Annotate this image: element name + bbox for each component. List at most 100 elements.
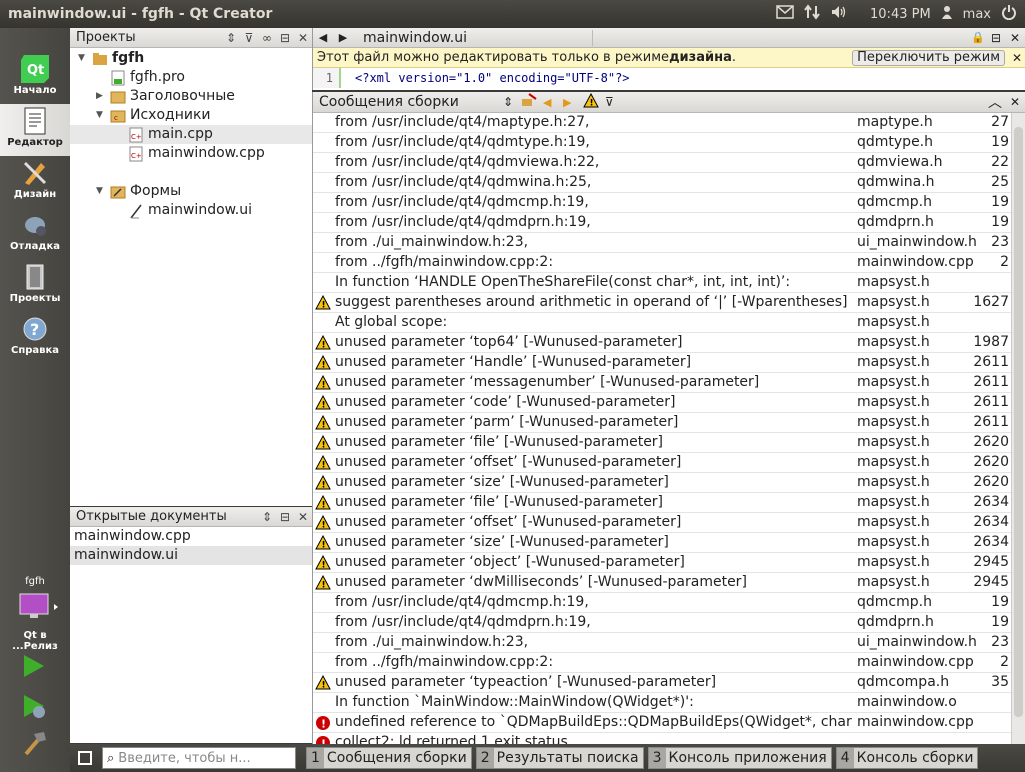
code-text[interactable]: <?xml version="1.0" encoding="UTF-8"?>: [341, 71, 630, 85]
toggle-sidebar-icon[interactable]: [78, 751, 92, 765]
build-message-row[interactable]: ! unused parameter ‘Handle’ [-Wunused-par…: [313, 353, 1011, 373]
tree-item-mainwindow-cpp[interactable]: C+ mainwindow.cpp: [128, 144, 265, 163]
next-arrow-icon[interactable]: ▶: [563, 96, 583, 109]
message-file: mapsyst.h: [857, 494, 930, 510]
close-icon[interactable]: ✕: [1005, 31, 1025, 45]
mode-help[interactable]: ? Справка: [0, 312, 70, 364]
tree-item-sources[interactable]: c Исходники: [110, 106, 211, 125]
tree-item-forms[interactable]: Формы: [110, 182, 181, 201]
build-message-row[interactable]: ! unused parameter ‘dwMilliseconds’ [-Wun…: [313, 573, 1011, 593]
tree-item-project[interactable]: fgfh: [92, 49, 144, 68]
maximize-icon[interactable]: ︿: [985, 92, 1005, 112]
build-message-row[interactable]: from /usr/include/qt4/qdmdprn.h:19, qdmdp…: [313, 213, 1011, 233]
build-message-row[interactable]: from /usr/include/qt4/qdmtype.h:19, qdmty…: [313, 133, 1011, 153]
build-message-row[interactable]: ! unused parameter ‘offset’ [-Wunused-par…: [313, 453, 1011, 473]
build-message-row[interactable]: from ./ui_mainwindow.h:23, ui_mainwindow.…: [313, 633, 1011, 653]
mode-design[interactable]: Дизайн: [0, 156, 70, 208]
close-icon[interactable]: ✕: [294, 510, 312, 524]
tree-item-headers[interactable]: Заголовочные: [110, 87, 235, 106]
tree-item-pro-file[interactable]: fgfh.pro: [110, 68, 185, 87]
mode-debug[interactable]: Отладка: [0, 208, 70, 260]
build-message-row[interactable]: ! unused parameter ‘code’ [-Wunused-param…: [313, 393, 1011, 413]
build-message-row[interactable]: At global scope: mapsyst.h: [313, 313, 1011, 333]
back-arrow-icon[interactable]: ◀: [313, 31, 333, 44]
build-message-row[interactable]: from ../fgfh/mainwindow.cpp:2: mainwindow…: [313, 653, 1011, 673]
split-icon[interactable]: ⊟: [276, 510, 294, 524]
build-hammer-icon[interactable]: [22, 730, 48, 760]
scrollbar-thumb[interactable]: [1014, 127, 1023, 717]
volume-icon[interactable]: [830, 4, 848, 24]
expand-arrow-icon[interactable]: ▼: [96, 186, 103, 196]
chevron-updown-icon[interactable]: ⇕: [222, 31, 240, 45]
expand-arrow-icon[interactable]: ▼: [96, 110, 103, 120]
editor-file-selector[interactable]: mainwindow.ui: [353, 29, 593, 46]
run-icon[interactable]: [22, 654, 46, 682]
build-message-row[interactable]: ! unused parameter ‘size’ [-Wunused-param…: [313, 533, 1011, 553]
mode-editor[interactable]: Редактор: [0, 104, 70, 156]
build-message-row[interactable]: ! undefined reference to `QDMapBuildEps::…: [313, 713, 1011, 733]
message-file: mapsyst.h: [857, 474, 930, 490]
output-tab-build-console[interactable]: 4 Консоль сборки: [835, 747, 979, 769]
build-message-row[interactable]: from /usr/include/qt4/maptype.h:27, mapty…: [313, 113, 1011, 133]
warning-filter-icon[interactable]: !: [583, 92, 605, 112]
build-message-row[interactable]: from /usr/include/qt4/qdmcmp.h:19, qdmcmp…: [313, 193, 1011, 213]
split-icon[interactable]: ⊟: [987, 31, 1005, 45]
warning-icon: !: [315, 494, 331, 511]
mode-projects[interactable]: Проекты: [0, 260, 70, 312]
build-message-row[interactable]: from ../fgfh/mainwindow.cpp:2: mainwindow…: [313, 253, 1011, 273]
close-icon[interactable]: ✕: [1005, 95, 1025, 109]
build-message-row[interactable]: ! suggest parentheses around arithmetic i…: [313, 293, 1011, 313]
monitor-icon[interactable]: [18, 592, 58, 626]
tree-item-main-cpp[interactable]: C+ main.cpp: [128, 125, 213, 144]
collapse-arrow-icon[interactable]: ▶: [96, 91, 103, 101]
build-message-row[interactable]: ! unused parameter ‘object’ [-Wunused-par…: [313, 553, 1011, 573]
build-message-row[interactable]: In function `MainWindow::MainWindow(QWid…: [313, 693, 1011, 713]
build-message-row[interactable]: ! unused parameter ‘file’ [-Wunused-param…: [313, 493, 1011, 513]
user-name[interactable]: max: [963, 7, 991, 22]
build-message-row[interactable]: ! unused parameter ‘size’ [-Wunused-param…: [313, 473, 1011, 493]
clock[interactable]: 10:43 PM: [870, 7, 931, 22]
build-stop-icon[interactable]: [521, 93, 543, 111]
expand-arrow-icon[interactable]: ▼: [78, 53, 85, 63]
locator-input[interactable]: ⌕ Введите, чтобы н...: [102, 747, 296, 769]
prev-arrow-icon[interactable]: ◀: [543, 96, 563, 109]
code-line[interactable]: 1 <?xml version="1.0" encoding="UTF-8"?>: [313, 68, 1025, 88]
split-icon[interactable]: ⊟: [276, 31, 294, 45]
output-tab-build[interactable]: 1 Сообщения сборки: [306, 747, 472, 769]
close-icon[interactable]: ✕: [294, 31, 312, 45]
close-icon[interactable]: ✕: [1009, 51, 1025, 65]
open-doc-item[interactable]: mainwindow.ui: [70, 546, 312, 565]
lock-icon: 🔒: [971, 31, 985, 44]
filter-icon[interactable]: ⊽: [605, 95, 625, 109]
build-message-row[interactable]: ! unused parameter ‘file’ [-Wunused-param…: [313, 433, 1011, 453]
output-tab-app-console[interactable]: 3 Консоль приложения: [647, 747, 832, 769]
build-message-row[interactable]: from /usr/include/qt4/qdmwina.h:25, qdmwi…: [313, 173, 1011, 193]
build-message-row[interactable]: from /usr/include/qt4/qdmcmp.h:19, qdmcmp…: [313, 593, 1011, 613]
open-documents-header: Открытые документы ⇕ ⊟ ✕: [70, 507, 312, 527]
open-doc-item[interactable]: mainwindow.cpp: [70, 527, 312, 546]
chevron-updown-icon[interactable]: ⇕: [258, 510, 276, 524]
build-message-row[interactable]: ! unused parameter ‘messagenumber’ [-Wunu…: [313, 373, 1011, 393]
build-message-row[interactable]: In function ‘HANDLE OpenTheShareFile(con…: [313, 273, 1011, 293]
build-message-row[interactable]: ! unused parameter ‘offset’ [-Wunused-par…: [313, 513, 1011, 533]
build-message-row[interactable]: ! unused parameter ‘parm’ [-Wunused-param…: [313, 413, 1011, 433]
output-tab-search[interactable]: 2 Результаты поиска: [475, 747, 644, 769]
build-message-row[interactable]: from ./ui_mainwindow.h:23, ui_mainwindow.…: [313, 233, 1011, 253]
power-icon[interactable]: [1001, 4, 1017, 24]
debug-run-icon[interactable]: [22, 694, 48, 724]
link-icon[interactable]: ∞: [258, 31, 276, 45]
vertical-scrollbar[interactable]: [1011, 113, 1025, 744]
user-icon[interactable]: [941, 5, 953, 23]
mail-icon[interactable]: [776, 5, 794, 23]
forward-arrow-icon[interactable]: ▶: [333, 31, 353, 44]
network-icon[interactable]: [804, 4, 820, 24]
build-message-row[interactable]: from /usr/include/qt4/qdmdprn.h:19, qdmdp…: [313, 613, 1011, 633]
switch-mode-button[interactable]: Переключить режим: [852, 49, 1005, 66]
build-message-row[interactable]: from /usr/include/qt4/qdmviewa.h:22, qdmv…: [313, 153, 1011, 173]
mode-welcome[interactable]: Qt Начало: [0, 52, 70, 104]
tree-item-mainwindow-ui[interactable]: mainwindow.ui: [128, 201, 252, 220]
chevron-updown-icon[interactable]: ⇕: [503, 95, 521, 109]
filter-icon[interactable]: ⊽: [240, 31, 258, 45]
build-message-row[interactable]: ! unused parameter ‘typeaction’ [-Wunused…: [313, 673, 1011, 693]
build-message-row[interactable]: ! unused parameter ‘top64’ [-Wunused-para…: [313, 333, 1011, 353]
